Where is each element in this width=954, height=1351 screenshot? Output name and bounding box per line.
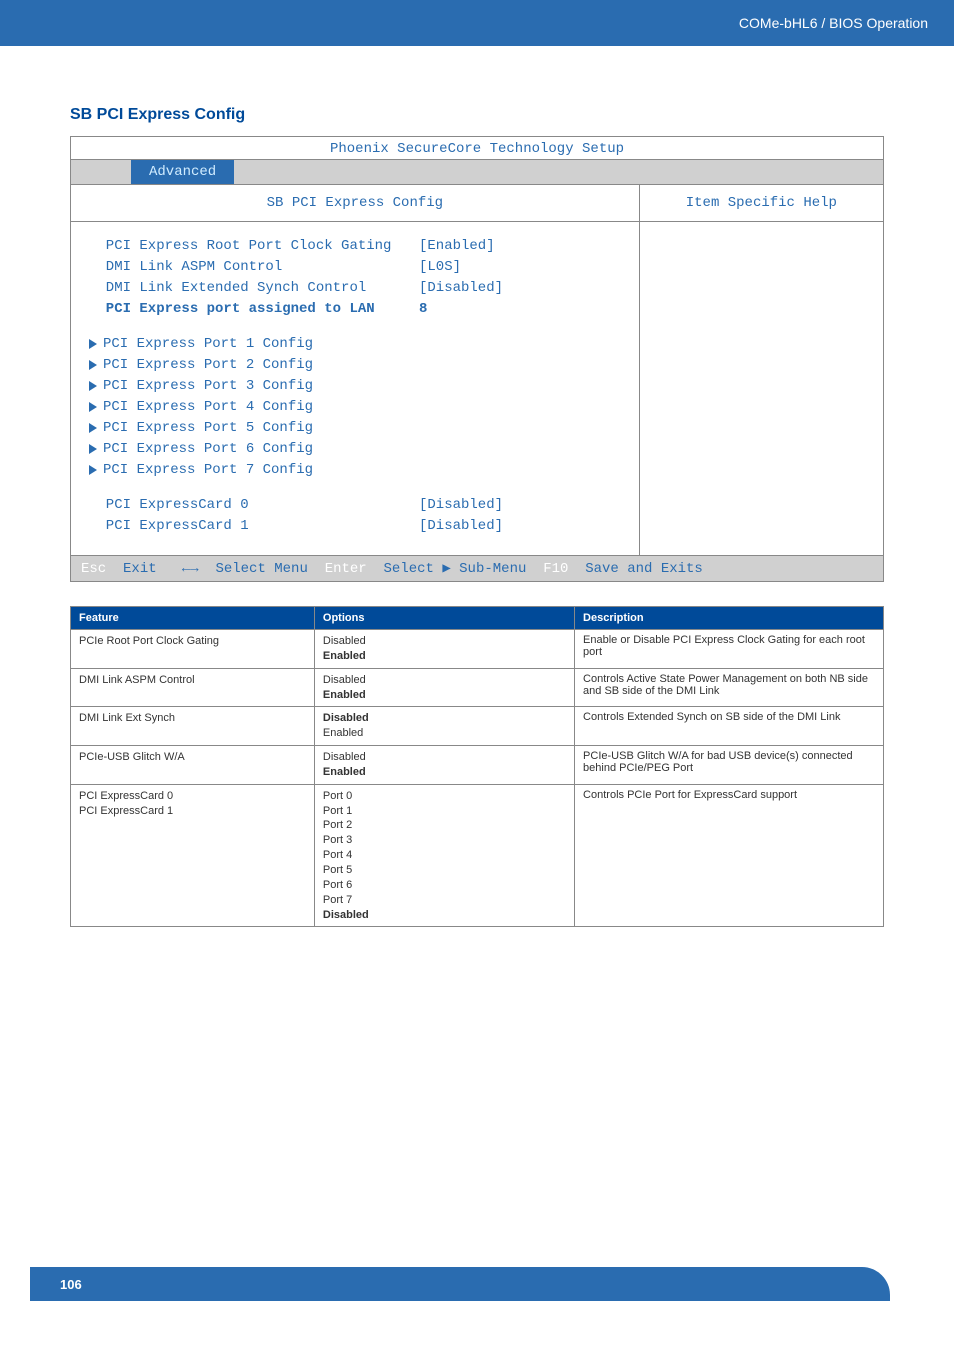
table-header-row: Feature Options Description bbox=[71, 607, 884, 630]
bios-setting-item[interactable]: PCI ExpressCard 1[Disabled] bbox=[89, 516, 621, 537]
bios-content: SB PCI Express Config PCI Express Root P… bbox=[71, 185, 883, 555]
cell-feature: DMI Link ASPM Control bbox=[71, 668, 315, 707]
bios-submenu-item[interactable]: PCI Express Port 1 Config bbox=[89, 334, 621, 355]
cell-options: DisabledEnabled bbox=[314, 746, 574, 785]
bios-key-esc: Esc bbox=[81, 561, 106, 577]
bios-gap bbox=[89, 320, 621, 334]
bios-item-value: [L0S] bbox=[419, 257, 461, 278]
bios-item-label: PCI ExpressCard 1 bbox=[89, 516, 419, 537]
bios-submenu-item[interactable]: PCI Express Port 4 Config bbox=[89, 397, 621, 418]
bios-tab-spacer bbox=[71, 160, 131, 184]
bios-action-select: Select ▶ Sub-Menu bbox=[384, 561, 527, 577]
bios-submenu-item[interactable]: PCI Express Port 6 Config bbox=[89, 439, 621, 460]
bios-item-value: [Disabled] bbox=[419, 278, 503, 299]
bios-key-f10: F10 bbox=[543, 561, 568, 577]
submenu-arrow-icon bbox=[89, 465, 97, 475]
bios-item-label: PCI Express Port 1 Config bbox=[89, 334, 419, 355]
bios-submenu-item[interactable]: PCI Express Port 3 Config bbox=[89, 376, 621, 397]
cell-description: Enable or Disable PCI Express Clock Gati… bbox=[575, 630, 884, 669]
bios-tab-advanced[interactable]: Advanced bbox=[131, 160, 234, 184]
submenu-arrow-icon bbox=[89, 339, 97, 349]
bios-tabs: Advanced bbox=[71, 160, 883, 185]
bios-item-value: 8 bbox=[419, 299, 427, 320]
breadcrumb: COMe-bHL6 / BIOS Operation bbox=[0, 0, 954, 46]
bios-title: Phoenix SecureCore Technology Setup bbox=[71, 137, 883, 160]
page-number: 106 bbox=[60, 1277, 82, 1292]
table-row: PCIe Root Port Clock GatingDisabledEnabl… bbox=[71, 630, 884, 669]
bios-item-label: PCI Express Port 5 Config bbox=[89, 418, 419, 439]
cell-options: DisabledEnabled bbox=[314, 707, 574, 746]
bios-setting-item[interactable]: PCI ExpressCard 0[Disabled] bbox=[89, 495, 621, 516]
cell-feature: PCI ExpressCard 0PCI ExpressCard 1 bbox=[71, 784, 315, 927]
bios-help-body bbox=[640, 222, 883, 250]
cell-description: Controls PCIe Port for ExpressCard suppo… bbox=[575, 784, 884, 927]
cell-feature: PCIe Root Port Clock Gating bbox=[71, 630, 315, 669]
bios-item-label: PCI Express Port 7 Config bbox=[89, 460, 419, 481]
bios-item-value: [Disabled] bbox=[419, 495, 503, 516]
bios-left-header: SB PCI Express Config bbox=[71, 185, 639, 222]
cell-description: Controls Extended Synch on SB side of th… bbox=[575, 707, 884, 746]
cell-description: PCIe-USB Glitch W/A for bad USB device(s… bbox=[575, 746, 884, 785]
cell-feature: PCIe-USB Glitch W/A bbox=[71, 746, 315, 785]
page-header-bar: COMe-bHL6 / BIOS Operation bbox=[0, 0, 954, 46]
table-row: PCIe-USB Glitch W/ADisabledEnabledPCIe-U… bbox=[71, 746, 884, 785]
bios-footer: Esc Exit ←→ Select Menu Enter Select ▶ S… bbox=[71, 555, 883, 581]
bios-help-header: Item Specific Help bbox=[640, 185, 883, 222]
main-content: SB PCI Express Config Phoenix SecureCore… bbox=[0, 46, 954, 967]
bios-item-label: PCI Express Port 4 Config bbox=[89, 397, 419, 418]
bios-item-label: PCI Express Port 2 Config bbox=[89, 355, 419, 376]
table-row: DMI Link Ext SynchDisabledEnabledControl… bbox=[71, 707, 884, 746]
table-row: PCI ExpressCard 0PCI ExpressCard 1Port 0… bbox=[71, 784, 884, 927]
section-title: SB PCI Express Config bbox=[70, 106, 884, 124]
bios-submenu-item[interactable]: PCI Express Port 5 Config bbox=[89, 418, 621, 439]
bios-item-value: [Enabled] bbox=[419, 236, 495, 257]
bios-setting-item[interactable]: DMI Link ASPM Control[L0S] bbox=[89, 257, 621, 278]
bios-setting-item[interactable]: DMI Link Extended Synch Control[Disabled… bbox=[89, 278, 621, 299]
bios-screenshot: Phoenix SecureCore Technology Setup Adva… bbox=[70, 136, 884, 582]
cell-options: DisabledEnabled bbox=[314, 668, 574, 707]
table-header-feature: Feature bbox=[71, 607, 315, 630]
table-header-options: Options bbox=[314, 607, 574, 630]
bios-item-label: PCI Express Root Port Clock Gating bbox=[89, 236, 419, 257]
table-row: DMI Link ASPM ControlDisabledEnabledCont… bbox=[71, 668, 884, 707]
cell-description: Controls Active State Power Management o… bbox=[575, 668, 884, 707]
bios-item-label: DMI Link Extended Synch Control bbox=[89, 278, 419, 299]
page-footer: 106 bbox=[0, 1267, 954, 1325]
page-footer-bar: 106 bbox=[30, 1267, 890, 1301]
bios-item-label: PCI Express port assigned to LAN bbox=[89, 299, 419, 320]
cell-feature: DMI Link Ext Synch bbox=[71, 707, 315, 746]
bios-action-exit: Exit ←→ Select Menu bbox=[123, 561, 308, 577]
bios-item-label: PCI ExpressCard 0 bbox=[89, 495, 419, 516]
cell-options: Port 0Port 1Port 2Port 3Port 4Port 5Port… bbox=[314, 784, 574, 927]
submenu-arrow-icon bbox=[89, 402, 97, 412]
submenu-arrow-icon bbox=[89, 381, 97, 391]
feature-table: Feature Options Description PCIe Root Po… bbox=[70, 606, 884, 927]
submenu-arrow-icon bbox=[89, 423, 97, 433]
bios-item-label: PCI Express Port 6 Config bbox=[89, 439, 419, 460]
bios-setting-item[interactable]: PCI Express port assigned to LAN8 bbox=[89, 299, 621, 320]
bios-gap bbox=[89, 481, 621, 495]
bios-submenu-item[interactable]: PCI Express Port 2 Config bbox=[89, 355, 621, 376]
bios-settings-body: PCI Express Root Port Clock Gating[Enabl… bbox=[71, 222, 639, 555]
bios-action-save: Save and Exits bbox=[585, 561, 703, 577]
bios-help-pane: Item Specific Help bbox=[640, 185, 883, 555]
submenu-arrow-icon bbox=[89, 360, 97, 370]
cell-options: DisabledEnabled bbox=[314, 630, 574, 669]
bios-submenu-item[interactable]: PCI Express Port 7 Config bbox=[89, 460, 621, 481]
bios-item-label: DMI Link ASPM Control bbox=[89, 257, 419, 278]
table-header-description: Description bbox=[575, 607, 884, 630]
bios-item-label: PCI Express Port 3 Config bbox=[89, 376, 419, 397]
bios-item-value: [Disabled] bbox=[419, 516, 503, 537]
submenu-arrow-icon bbox=[89, 444, 97, 454]
bios-setting-item[interactable]: PCI Express Root Port Clock Gating[Enabl… bbox=[89, 236, 621, 257]
bios-key-enter: Enter bbox=[325, 561, 367, 577]
bios-left-pane: SB PCI Express Config PCI Express Root P… bbox=[71, 185, 640, 555]
